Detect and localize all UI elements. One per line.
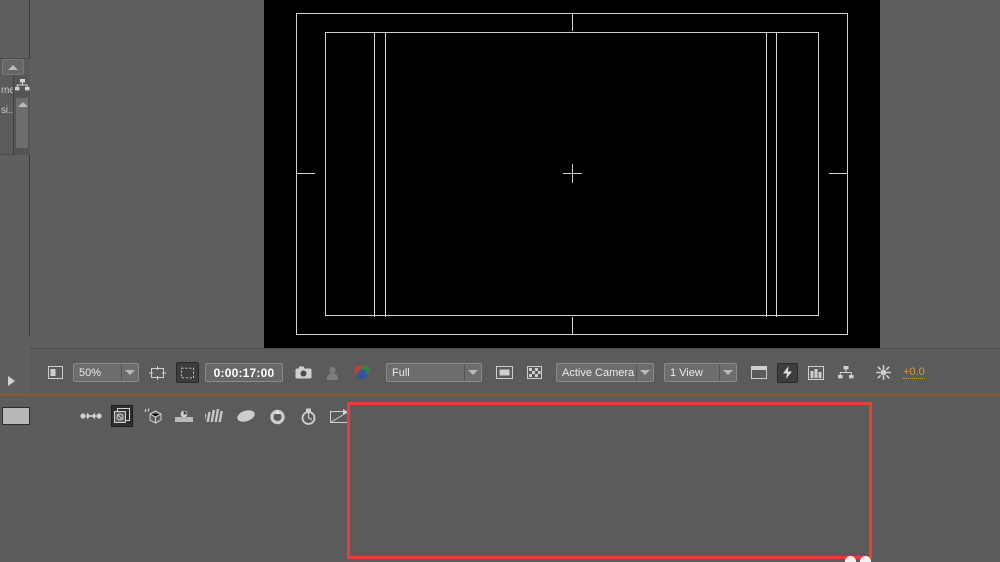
views-select[interactable]: 1 View bbox=[664, 363, 737, 382]
region-of-interest-icon bbox=[181, 367, 194, 378]
take-snapshot-button[interactable] bbox=[291, 363, 316, 382]
choose-grid-guide-button[interactable] bbox=[145, 363, 170, 382]
vertical-guide-right-1 bbox=[766, 32, 767, 317]
graph-editor-icon bbox=[205, 409, 223, 422]
show-snapshot-icon bbox=[326, 366, 339, 380]
left-center-tick bbox=[297, 173, 315, 174]
left-tool-strip: me si.. bbox=[0, 0, 30, 395]
toggle-transparency-grid-icon bbox=[527, 366, 542, 379]
show-channel-icon bbox=[354, 365, 370, 380]
always-preview-this-view-button[interactable] bbox=[44, 363, 67, 382]
composition-viewer-panel bbox=[30, 0, 1000, 348]
current-time-value: 0:00:17:00 bbox=[213, 365, 275, 380]
vertical-guide-left-1 bbox=[374, 32, 375, 317]
camera-dropdown-arrow[interactable] bbox=[636, 364, 653, 381]
graph-editor-button[interactable] bbox=[204, 405, 226, 427]
play-arrow-icon bbox=[7, 376, 15, 386]
motion-blur-icon bbox=[144, 408, 162, 424]
views-dropdown-arrow[interactable] bbox=[719, 364, 736, 381]
exposure-value[interactable]: +0.0 bbox=[903, 366, 925, 379]
reset-exposure-icon bbox=[876, 365, 891, 380]
magnification-value: 50% bbox=[79, 366, 102, 379]
composition-canvas[interactable] bbox=[264, 0, 880, 348]
bottom-center-tick bbox=[572, 317, 573, 335]
auto-keyframe-button[interactable] bbox=[235, 405, 257, 427]
annotation-dot-left bbox=[845, 556, 856, 562]
always-preview-this-view-icon bbox=[48, 366, 63, 379]
camera-value: Active Camera bbox=[562, 366, 635, 379]
motion-blur-button[interactable] bbox=[142, 405, 164, 427]
fast-previews-button[interactable] bbox=[777, 362, 798, 383]
auto-keyframe-icon bbox=[237, 410, 255, 422]
resolution-select[interactable]: Full bbox=[386, 363, 482, 382]
shy-icon bbox=[80, 412, 102, 420]
chevron-down-icon bbox=[125, 370, 135, 375]
panel-icon-column[interactable] bbox=[13, 75, 30, 155]
brainstorm-button[interactable] bbox=[173, 405, 195, 427]
chevron-down-icon bbox=[723, 370, 733, 375]
draft-3d-icon bbox=[301, 408, 315, 425]
brainstorm-icon bbox=[175, 410, 193, 422]
show-timeline-button[interactable] bbox=[747, 363, 771, 382]
frame-blending-button[interactable] bbox=[111, 405, 133, 427]
panel-collapse-button[interactable] bbox=[2, 59, 24, 75]
composition-flowchart-button[interactable] bbox=[834, 363, 858, 382]
project-panel-fragment[interactable]: me si.. bbox=[0, 58, 30, 155]
region-of-interest-button[interactable] bbox=[176, 362, 199, 383]
panel-row-2-label: si.. bbox=[1, 105, 13, 116]
scroll-up-icon bbox=[18, 102, 28, 107]
composition-toolbar: 50% 0:00:17:00 Full Active Camera 1 View… bbox=[30, 348, 1000, 394]
resolution-value: Full bbox=[392, 366, 410, 379]
timeline-panel: Mode T TrkMat Parent Normal None bbox=[0, 394, 1000, 562]
toggle-transparency-grid-button[interactable] bbox=[523, 363, 546, 382]
draft-3d-button[interactable] bbox=[297, 405, 319, 427]
vertical-guide-right-2 bbox=[776, 32, 777, 317]
timeline-switch-icons bbox=[80, 405, 350, 427]
take-snapshot-icon bbox=[295, 366, 312, 379]
app-root: me si.. 50% 0:00:17:00 Full Active Camer… bbox=[0, 0, 1000, 562]
reset-exposure-button[interactable] bbox=[870, 363, 897, 382]
toggle-mask-button[interactable] bbox=[492, 363, 517, 382]
chevron-down-icon bbox=[640, 370, 650, 375]
annotation-dot-right bbox=[860, 556, 871, 562]
layer-color-swatch[interactable] bbox=[2, 407, 30, 425]
fast-previews-icon bbox=[783, 366, 792, 379]
chevron-up-icon bbox=[8, 64, 18, 70]
panel-expand-button[interactable] bbox=[3, 372, 19, 390]
renderer-options-icon bbox=[808, 365, 824, 380]
camera-select[interactable]: Active Camera bbox=[556, 363, 654, 382]
resolution-dropdown-arrow[interactable] bbox=[464, 364, 481, 381]
show-snapshot-button[interactable] bbox=[322, 363, 343, 382]
collapse-transform-button[interactable] bbox=[266, 405, 288, 427]
chevron-down-icon bbox=[468, 370, 478, 375]
toggle-mask-icon bbox=[496, 366, 513, 379]
choose-grid-guide-icon bbox=[149, 365, 166, 380]
frame-blend-icon bbox=[114, 408, 130, 423]
hide-shy-icon bbox=[329, 408, 349, 423]
vertical-guide-left-2 bbox=[385, 32, 386, 317]
center-crosshair-vertical bbox=[572, 164, 573, 183]
panel-scrollbar-thumb[interactable] bbox=[15, 97, 29, 149]
magnification-select[interactable]: 50% bbox=[73, 363, 139, 382]
composition-tree-icon bbox=[15, 79, 30, 91]
top-center-tick bbox=[572, 13, 573, 31]
composition-toolbar-row: 50% 0:00:17:00 Full Active Camera 1 View… bbox=[44, 362, 925, 383]
composition-flowchart-icon bbox=[838, 366, 854, 379]
renderer-options-button[interactable] bbox=[804, 363, 828, 382]
shy-button[interactable] bbox=[80, 405, 102, 427]
hide-shy-layers-button[interactable] bbox=[328, 405, 350, 427]
magnification-dropdown-arrow[interactable] bbox=[121, 364, 138, 381]
show-channel-button[interactable] bbox=[349, 363, 376, 382]
show-timeline-icon bbox=[751, 366, 767, 379]
views-value: 1 View bbox=[670, 366, 703, 379]
current-time-field[interactable]: 0:00:17:00 bbox=[205, 363, 283, 382]
timeline-switches-toolbar bbox=[0, 402, 350, 436]
collapse-transform-icon bbox=[269, 409, 285, 424]
right-center-tick bbox=[829, 173, 847, 174]
